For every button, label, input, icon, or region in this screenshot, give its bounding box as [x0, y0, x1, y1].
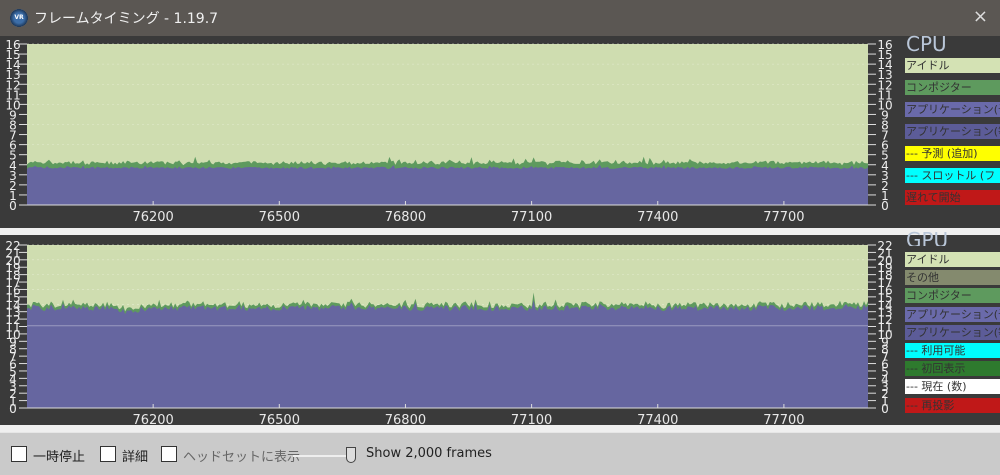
- x-tick-label: 77700: [763, 210, 804, 225]
- x-tick-label: 76800: [385, 210, 426, 225]
- pause-checkbox[interactable]: [11, 446, 27, 462]
- x-tick-label: 76500: [259, 413, 300, 425]
- legend-item: --- 初回表示: [905, 361, 1000, 377]
- y-tick-label-right: 16: [877, 38, 892, 52]
- gpu-chart: 76200 76500 76800 77100 77400 777000 01 12 23 34 4…: [5, 239, 892, 428]
- legend-item: アイドル: [905, 58, 1000, 73]
- x-tick-label: 76200: [132, 210, 173, 225]
- gpu-legend-title: GPU: [906, 228, 949, 246]
- application-area: [27, 300, 868, 408]
- legend-item: --- 予測 (追加): [905, 146, 1000, 161]
- title-bar: VR フレームタイミング - 1.19.7 ×: [0, 0, 1000, 36]
- legend-item: --- 利用可能: [905, 343, 1000, 358]
- legend-item: アプリケーション(等: [905, 124, 1000, 139]
- application-area: [27, 164, 868, 205]
- frames-label: Show 2,000 frames: [366, 446, 492, 461]
- legend-item: コンポジター: [905, 80, 1000, 95]
- x-tick-label: 77400: [637, 413, 678, 425]
- y-tick-label-left: 22: [5, 239, 20, 253]
- legend-item: その他: [905, 270, 1000, 286]
- divider: [0, 425, 1000, 432]
- details-checkbox[interactable]: [100, 446, 116, 462]
- cpu-panel: 76200 76500 76800 77100 77400 77700 0 0 1 1 2 2 3 3 4 4…: [0, 36, 1000, 228]
- frames-slider-track[interactable]: [293, 455, 353, 457]
- legend-item: アプリケーション(等: [905, 324, 1000, 340]
- x-tick-label: 77100: [511, 413, 552, 425]
- legend-item: コンポジター: [905, 288, 1000, 304]
- x-tick-label: 77700: [763, 413, 804, 425]
- cpu-legend-title: CPU: [906, 32, 947, 56]
- legend-item: --- 再投影: [905, 397, 1000, 413]
- gpu-panel: 76200 76500 76800 77100 77400 77700 0 0 1 1 2 2 3 3 4 4…: [0, 235, 1000, 428]
- close-icon[interactable]: ×: [973, 6, 988, 27]
- x-tick-label: 76200: [132, 413, 173, 425]
- legend-item: アイドル: [905, 252, 1000, 267]
- x-tick-label: 76500: [259, 210, 300, 225]
- legend-item: アプリケーション(予: [905, 306, 1000, 322]
- x-tick-label: 76800: [385, 413, 426, 425]
- vr-icon: VR: [10, 9, 28, 27]
- cpu-chart: 76200 76500 76800 77100 77400 777000 01 12 23 34 4…: [5, 38, 892, 225]
- legend-item: --- スロットル (フ: [905, 168, 1000, 183]
- pause-label[interactable]: 一時停止: [33, 446, 85, 465]
- show-in-headset-checkbox[interactable]: [161, 446, 177, 462]
- legend-item: アプリケーション(予: [905, 102, 1000, 117]
- show-in-headset-label[interactable]: ヘッドセットに表示: [183, 446, 300, 465]
- y-tick-label-right: 22: [877, 239, 892, 253]
- control-bar: 一時停止 詳細 ヘッドセットに表示 Show 2,000 frames: [0, 432, 1000, 475]
- x-tick-label: 77100: [511, 210, 552, 225]
- legend-item: --- 現在 (数): [905, 379, 1000, 395]
- legend-item: 遅れて開始: [905, 190, 1000, 205]
- x-tick-label: 77400: [637, 210, 678, 225]
- details-label[interactable]: 詳細: [122, 446, 148, 465]
- y-tick-label-left: 16: [5, 38, 20, 52]
- window-title: フレームタイミング - 1.19.7: [34, 11, 219, 27]
- frames-slider-thumb[interactable]: [346, 447, 356, 463]
- divider: [0, 228, 1000, 235]
